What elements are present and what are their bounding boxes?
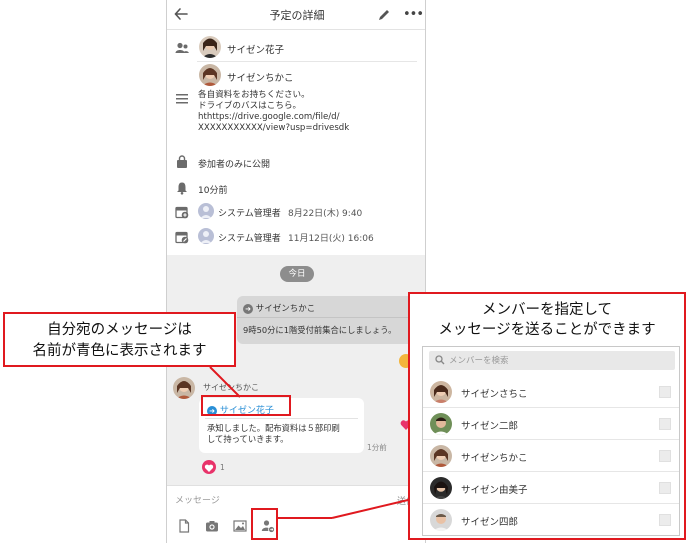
member-row[interactable]: サイゼンちかこ — [423, 441, 679, 472]
annotation-callout-recipient: 自分宛のメッセージは 名前が青色に表示されます — [3, 312, 236, 367]
member-row[interactable]: サイゼン四郎 — [423, 505, 679, 536]
member-checkbox[interactable] — [659, 482, 671, 494]
member-avatar — [430, 445, 452, 467]
member-row[interactable]: サイゼン由美子 — [423, 473, 679, 504]
member-name: サイゼン由美子 — [461, 485, 528, 496]
annotation-callout-member-picker: メンバーを指定して メッセージを送ることができます メンバーを検索 サイゼンさち… — [408, 292, 686, 540]
member-picker: メンバーを検索 サイゼンさちこ サイゼン二郎 サイゼンちかこ サイゼン由美子 サ… — [422, 346, 680, 536]
mention-tool-highlight-box — [251, 508, 278, 540]
member-avatar — [430, 413, 452, 435]
search-placeholder: メンバーを検索 — [449, 356, 509, 366]
member-row[interactable]: サイゼン二郎 — [423, 409, 679, 440]
member-checkbox[interactable] — [659, 450, 671, 462]
member-avatar — [430, 381, 452, 403]
member-name: サイゼンちかこ — [461, 453, 528, 464]
member-name: サイゼンさちこ — [461, 389, 528, 400]
member-search-input[interactable]: メンバーを検索 — [429, 351, 675, 370]
member-checkbox[interactable] — [659, 418, 671, 430]
search-icon — [435, 355, 445, 365]
member-checkbox[interactable] — [659, 386, 671, 398]
member-row[interactable]: サイゼンさちこ — [423, 377, 679, 408]
member-avatar — [430, 477, 452, 499]
recipient-highlight-box — [201, 395, 291, 416]
member-checkbox[interactable] — [659, 514, 671, 526]
member-name: サイゼン四郎 — [461, 517, 519, 528]
member-name: サイゼン二郎 — [461, 421, 519, 432]
member-avatar — [430, 509, 452, 531]
